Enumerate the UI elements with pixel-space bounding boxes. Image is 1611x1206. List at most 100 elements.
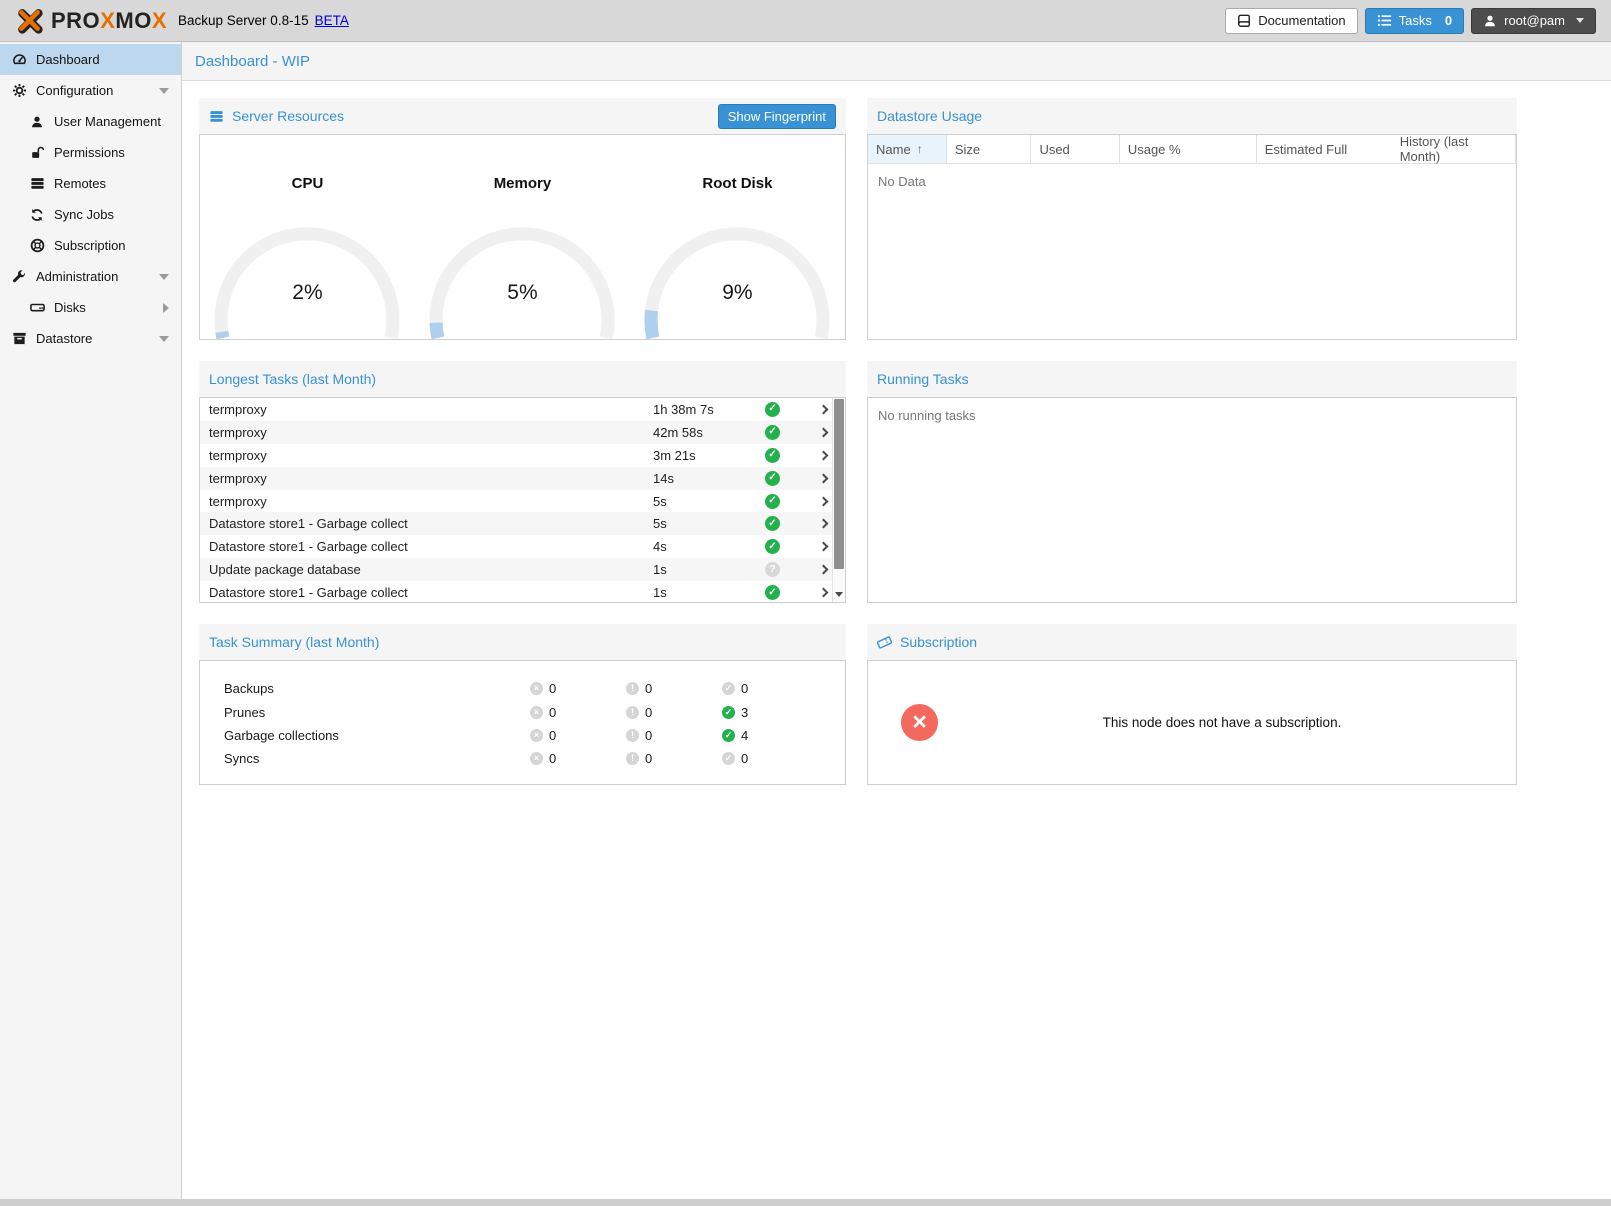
task-row[interactable]: Update package database 1s ?	[200, 558, 845, 581]
sort-ascending-icon: ↑	[917, 142, 923, 156]
documentation-button[interactable]: Documentation	[1225, 8, 1357, 34]
sidebar-item-permissions[interactable]: Permissions	[0, 137, 181, 168]
task-row[interactable]: Datastore store1 - Garbage collect 1s ✓	[200, 581, 845, 603]
task-duration: 1s	[653, 585, 765, 600]
archive-icon	[10, 331, 28, 346]
panel-title: Running Tasks	[877, 371, 969, 387]
column-header[interactable]: Estimated Full	[1257, 135, 1392, 163]
scrollbar-thumb[interactable]	[834, 399, 844, 569]
subscription-panel: Subscription × This node does not have a…	[867, 624, 1517, 785]
caret-right-icon[interactable]	[163, 303, 169, 313]
chevron-right-icon	[818, 450, 828, 460]
summary-category-label: Garbage collections	[200, 728, 530, 743]
task-row[interactable]: termproxy 1h 38m 7s ✓	[200, 398, 845, 421]
task-row[interactable]: termproxy 14s ✓	[200, 467, 845, 490]
gauge-value: 2%	[200, 281, 415, 305]
task-name: termproxy	[209, 425, 653, 440]
sidebar-item-label: Datastore	[36, 331, 92, 346]
tasks-button[interactable]: Tasks 0	[1365, 8, 1464, 34]
sidebar-item-datastore[interactable]: Datastore	[0, 323, 181, 354]
caret-down-icon[interactable]	[159, 88, 169, 94]
task-duration: 3m 21s	[653, 448, 765, 463]
warning-circle-icon: !	[626, 682, 639, 695]
sidebar-item-subscription[interactable]: Subscription	[0, 230, 181, 261]
gauge-arc	[415, 220, 630, 339]
warning-circle-icon: !	[626, 729, 639, 742]
task-row[interactable]: termproxy 42m 58s ✓	[200, 421, 845, 444]
task-row[interactable]: Datastore store1 - Garbage collect 4s ✓	[200, 535, 845, 558]
unlock-icon	[28, 146, 46, 160]
scrollbar[interactable]	[832, 398, 845, 602]
sidebar-item-disks[interactable]: Disks	[0, 292, 181, 323]
column-header[interactable]: History (last Month)	[1392, 135, 1516, 163]
task-row[interactable]: termproxy 5s ✓	[200, 490, 845, 513]
cog-icon	[10, 83, 28, 98]
error-count: 0	[549, 728, 556, 743]
task-status-icon: ✓	[765, 539, 780, 554]
task-summary-panel: Task Summary (last Month) Backups ×0 !0 …	[199, 624, 846, 785]
bottom-bar	[0, 1199, 1611, 1206]
sidebar-item-remotes[interactable]: Remotes	[0, 168, 181, 199]
gauge-arc	[630, 220, 845, 339]
server-resources-panel: Server Resources Show Fingerprint CPU 2%…	[199, 98, 846, 340]
error-circle-icon: ×	[530, 729, 543, 742]
sidebar-item-label: Remotes	[54, 176, 106, 191]
user-label: root@pam	[1504, 13, 1565, 28]
running-tasks-panel: Running Tasks No running tasks	[867, 361, 1517, 603]
sidebar-item-sync-jobs[interactable]: Sync Jobs	[0, 199, 181, 230]
task-duration: 5s	[653, 494, 765, 509]
sidebar-item-label: Dashboard	[36, 52, 100, 67]
panel-title: Server Resources	[232, 108, 344, 124]
sidebar-item-configuration[interactable]: Configuration	[0, 75, 181, 106]
scroll-down-button[interactable]	[833, 588, 845, 601]
task-status-icon: ✓	[765, 516, 780, 531]
sidebar-item-administration[interactable]: Administration	[0, 261, 181, 292]
task-row[interactable]: Datastore store1 - Garbage collect 5s ✓	[200, 512, 845, 535]
task-name: Datastore store1 - Garbage collect	[209, 585, 653, 600]
gauge-value: 5%	[415, 281, 630, 305]
warning-count: 0	[645, 681, 652, 696]
task-status-icon: ?	[765, 562, 780, 577]
server-stack-icon	[209, 109, 224, 124]
summary-category-label: Prunes	[200, 705, 530, 720]
main-area: Dashboard - WIP Server Resources Show Fi…	[182, 42, 1611, 1199]
caret-down-icon[interactable]	[159, 336, 169, 342]
user-menu-button[interactable]: root@pam	[1471, 8, 1596, 34]
beta-link[interactable]: BETA	[315, 13, 349, 28]
caret-down-icon[interactable]	[159, 274, 169, 280]
warning-circle-icon: !	[626, 706, 639, 719]
show-fingerprint-button[interactable]: Show Fingerprint	[718, 104, 836, 129]
column-header[interactable]: Usage %	[1120, 135, 1257, 163]
longest-tasks-list: termproxy 1h 38m 7s ✓ termproxy 42m 58s …	[200, 398, 845, 602]
ok-circle-icon: ✓	[722, 682, 735, 695]
ok-count: 0	[741, 681, 748, 696]
warning-count: 0	[645, 751, 652, 766]
task-name: termproxy	[209, 402, 653, 417]
summary-category-label: Syncs	[200, 751, 530, 766]
sidebar-item-dashboard[interactable]: Dashboard	[0, 44, 181, 75]
chevron-right-icon	[818, 565, 828, 575]
hdd-icon	[28, 300, 46, 315]
warning-count: 0	[645, 705, 652, 720]
task-status-icon: ✓	[765, 471, 780, 486]
subscription-message: This node does not have a subscription.	[868, 715, 1516, 730]
task-duration: 5s	[653, 516, 765, 531]
column-header[interactable]: Used	[1031, 135, 1119, 163]
task-row[interactable]: termproxy 3m 21s ✓	[200, 444, 845, 467]
tachometer-icon	[10, 52, 28, 67]
task-status-icon: ✓	[765, 425, 780, 440]
datastore-table-header: Name ↑ Size Used Usage % Estimated Full …	[868, 135, 1516, 164]
sidebar-item-label: User Management	[54, 114, 161, 129]
proxmox-logo-icon	[15, 6, 44, 35]
error-count: 0	[549, 705, 556, 720]
documentation-label: Documentation	[1258, 13, 1345, 28]
sidebar-item-user-management[interactable]: User Management	[0, 106, 181, 137]
gauges: CPU 2% Memory 5% Root Disk 9%	[200, 135, 845, 339]
proxmox-brand[interactable]: PROXMOX	[15, 6, 167, 35]
task-status-icon: ✓	[765, 448, 780, 463]
wrench-icon	[10, 270, 28, 284]
summary-row: Garbage collections ×0 !0 ✓4	[200, 724, 845, 747]
column-header[interactable]: Name ↑	[868, 135, 947, 163]
column-header[interactable]: Size	[947, 135, 1032, 163]
error-count: 0	[549, 681, 556, 696]
